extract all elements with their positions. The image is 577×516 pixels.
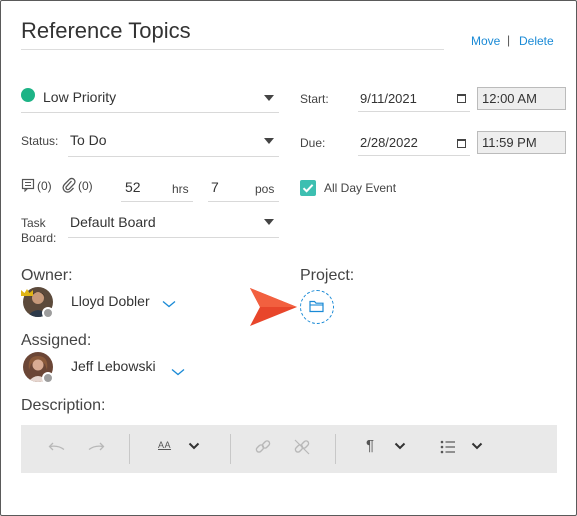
- start-time-input[interactable]: 12:00 AM: [477, 87, 566, 110]
- toolbar-divider: [129, 434, 130, 464]
- start-date-underline: [358, 111, 470, 112]
- title-underline: [21, 49, 444, 50]
- font-size-chevron-down-icon[interactable]: [187, 439, 201, 458]
- paragraph-chevron-down-icon[interactable]: [393, 439, 407, 458]
- toolbar-divider: [230, 434, 231, 464]
- undo-icon[interactable]: [47, 437, 67, 462]
- points-underline: [208, 201, 279, 202]
- task-board-dropdown-caret-icon[interactable]: [264, 219, 274, 225]
- owner-name[interactable]: Lloyd Dobler: [71, 293, 150, 309]
- crown-icon: [20, 284, 34, 296]
- all-day-checkbox[interactable]: [300, 180, 316, 196]
- start-date-input[interactable]: 9/11/2021: [360, 91, 417, 106]
- priority-dropdown-caret-icon[interactable]: [264, 95, 274, 101]
- priority-color-dot: [21, 88, 35, 102]
- description-editor-toolbar: AA ¶: [21, 425, 557, 473]
- link-icon[interactable]: [253, 437, 273, 462]
- task-title[interactable]: Reference Topics: [21, 18, 191, 44]
- owner-chevron-down-icon[interactable]: [162, 295, 176, 313]
- paperclip-icon[interactable]: [62, 177, 76, 193]
- owner-presence-dot: [42, 307, 54, 319]
- attachment-count: (0): [78, 179, 93, 193]
- due-date-underline: [358, 155, 470, 156]
- hours-underline: [121, 201, 193, 202]
- task-board-select-value[interactable]: Default Board: [70, 214, 156, 230]
- unlink-icon[interactable]: [292, 437, 312, 462]
- status-underline: [68, 156, 279, 157]
- move-link[interactable]: Move: [471, 34, 500, 48]
- assigned-name[interactable]: Jeff Lebowski: [71, 358, 156, 374]
- points-input[interactable]: 7: [211, 179, 219, 195]
- start-calendar-icon[interactable]: [457, 94, 466, 103]
- points-unit: pos: [255, 182, 275, 196]
- project-label: Project:: [300, 267, 355, 284]
- paragraph-icon[interactable]: ¶: [366, 437, 374, 454]
- task-detail-panel: Reference Topics Move | Delete Low Prior…: [0, 0, 577, 516]
- folder-icon: [309, 300, 324, 313]
- hours-unit: hrs: [172, 182, 189, 196]
- due-time-input[interactable]: 11:59 PM: [477, 131, 566, 154]
- comment-icon[interactable]: [21, 178, 37, 193]
- priority-select-value[interactable]: Low Priority: [43, 89, 116, 105]
- assigned-presence-dot: [42, 372, 54, 384]
- delete-link[interactable]: Delete: [519, 34, 554, 48]
- redo-icon[interactable]: [86, 437, 106, 462]
- font-size-icon[interactable]: AA: [158, 440, 171, 450]
- task-board-underline: [68, 237, 279, 238]
- comment-count: (0): [37, 179, 52, 193]
- assigned-label: Assigned:: [21, 332, 92, 349]
- hours-input[interactable]: 52: [125, 179, 141, 195]
- status-select-value[interactable]: To Do: [70, 132, 107, 148]
- priority-underline: [21, 112, 279, 113]
- link-separator: |: [507, 33, 511, 47]
- assigned-chevron-down-icon[interactable]: [171, 363, 185, 381]
- status-label: Status:: [21, 134, 59, 148]
- toolbar-divider: [335, 434, 336, 464]
- all-day-label: All Day Event: [324, 181, 397, 195]
- start-label: Start:: [300, 92, 329, 106]
- list-icon[interactable]: [439, 437, 457, 462]
- description-label: Description:: [21, 397, 106, 414]
- task-board-label: Task Board:: [21, 216, 57, 245]
- due-label: Due:: [300, 136, 326, 150]
- due-calendar-icon[interactable]: [457, 139, 466, 148]
- status-dropdown-caret-icon[interactable]: [264, 138, 274, 144]
- pointer-arrow-icon: [248, 286, 298, 328]
- due-date-input[interactable]: 2/28/2022: [360, 135, 418, 150]
- owner-label: Owner:: [21, 267, 73, 284]
- add-project-button[interactable]: [300, 290, 334, 324]
- list-chevron-down-icon[interactable]: [470, 439, 484, 458]
